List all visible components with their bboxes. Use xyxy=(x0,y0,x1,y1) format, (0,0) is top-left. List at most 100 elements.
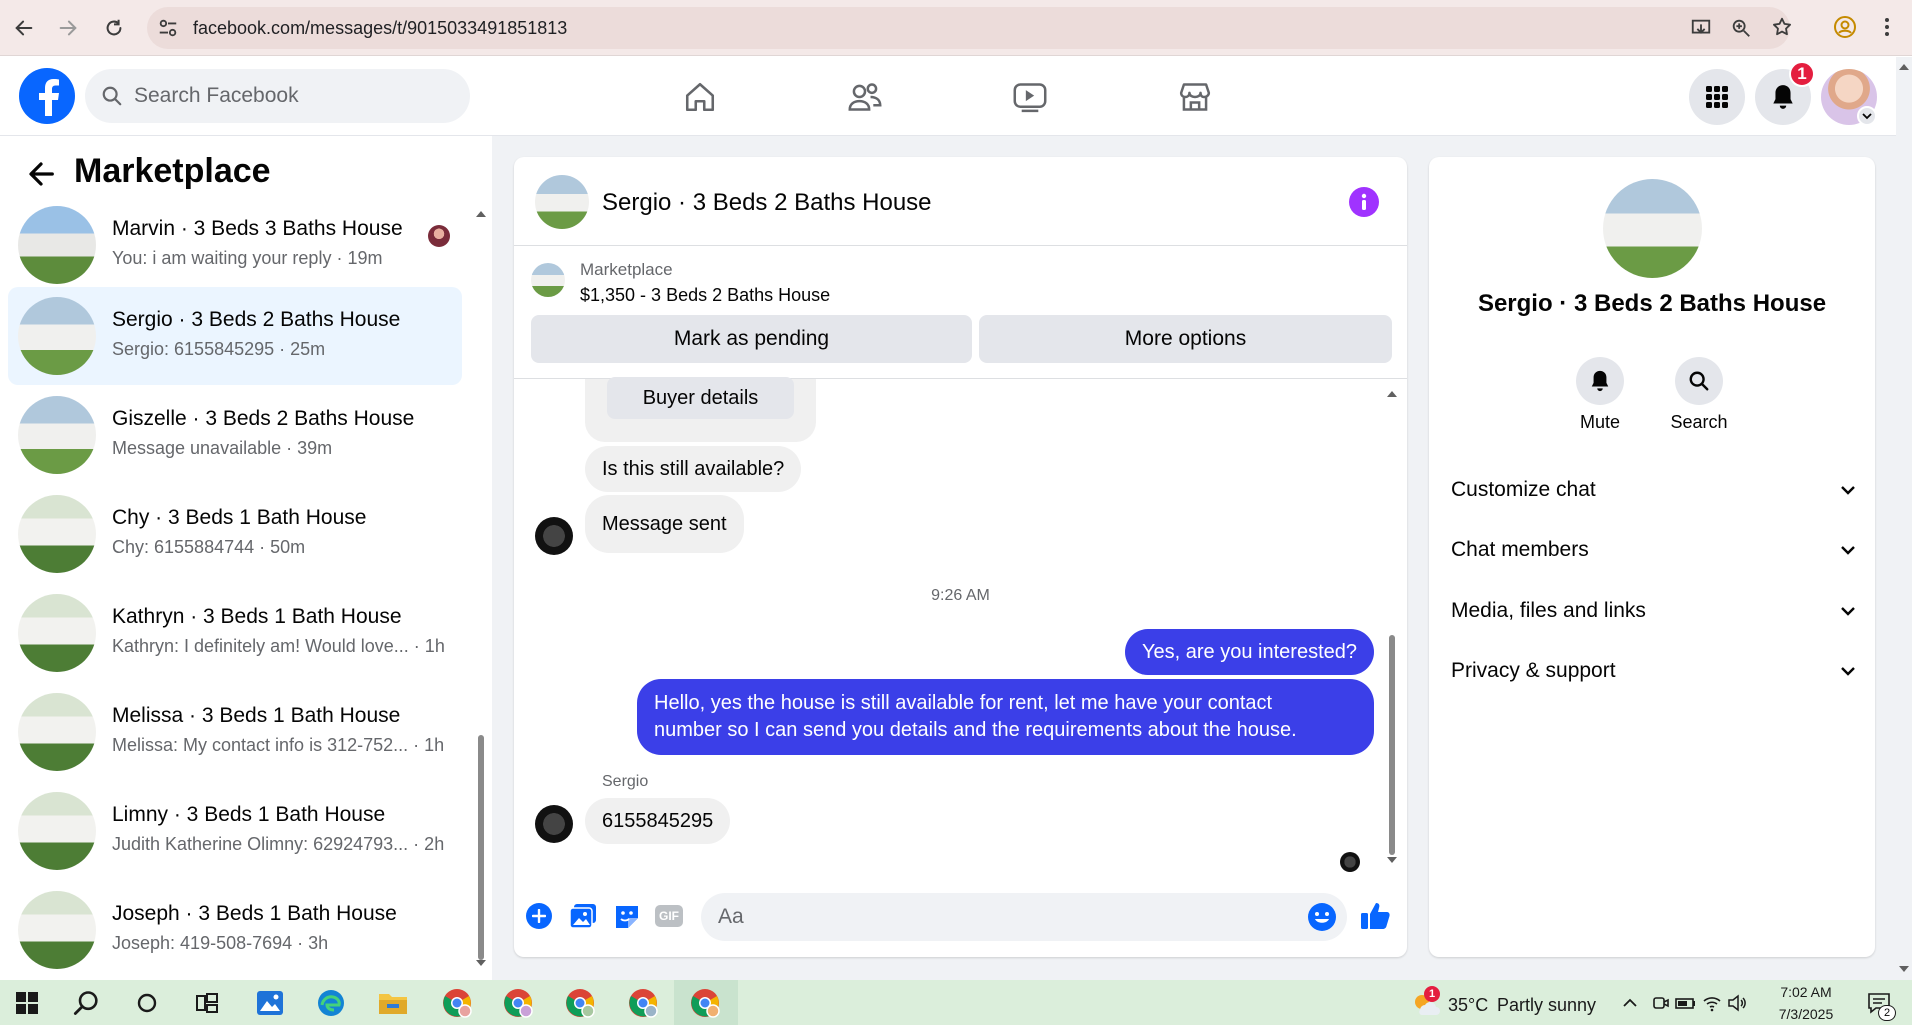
meet-now-icon[interactable] xyxy=(1652,994,1670,1012)
conversation-preview: Joseph: 419-508-7694 · 3h xyxy=(112,933,329,953)
listing-title[interactable]: $1,350 - 3 Beds 2 Baths House xyxy=(580,285,830,306)
chat-header-thumbnail[interactable] xyxy=(535,175,589,229)
chat-title[interactable]: Sergio · 3 Beds 2 Baths House xyxy=(602,189,932,217)
file-explorer-icon[interactable] xyxy=(376,986,410,1020)
video-nav-icon[interactable] xyxy=(1008,76,1052,118)
battery-icon[interactable] xyxy=(1675,994,1697,1012)
reload-icon[interactable] xyxy=(98,12,130,44)
task-view-icon[interactable] xyxy=(190,986,224,1020)
back-arrow-icon[interactable] xyxy=(8,12,40,44)
marketplace-nav-icon[interactable] xyxy=(1173,76,1217,118)
browser-menu-icon[interactable] xyxy=(1883,15,1891,39)
chrome-profile-icon[interactable] xyxy=(501,986,535,1020)
sticker-icon[interactable] xyxy=(613,903,641,929)
conversation-name: Kathryn · 3 Beds 1 Bath House xyxy=(112,605,402,628)
facebook-logo-icon[interactable] xyxy=(19,68,75,124)
message-bubble-outgoing[interactable]: Yes, are you interested? xyxy=(1125,629,1374,675)
action-center-count: 2 xyxy=(1878,1005,1896,1021)
mute-label[interactable]: Mute xyxy=(1560,412,1640,433)
message-bubble-outgoing[interactable]: Hello, yes the house is still available … xyxy=(637,679,1374,755)
photo-icon[interactable] xyxy=(569,903,597,929)
conversation-item-active[interactable]: Sergio · 3 Beds 2 Baths House Sergio: 61… xyxy=(8,287,462,385)
wifi-icon[interactable] xyxy=(1702,994,1722,1012)
windows-start-icon[interactable] xyxy=(10,986,44,1020)
search-icon[interactable] xyxy=(1675,357,1723,405)
edge-browser-icon[interactable] xyxy=(314,986,348,1020)
conversation-preview: You: i am waiting your reply · 19m xyxy=(112,248,383,268)
mute-bell-icon[interactable] xyxy=(1576,357,1624,405)
url-text[interactable]: facebook.com/messages/t/9015033491851813 xyxy=(193,18,567,39)
more-options-button[interactable]: More options xyxy=(979,315,1392,363)
buyer-details-button[interactable]: Buyer details xyxy=(607,377,794,419)
page-scrollbar[interactable] xyxy=(1896,57,1912,980)
temperature[interactable]: 35°C xyxy=(1448,995,1488,1016)
clock-date[interactable]: 7/3/2025 xyxy=(1761,1006,1851,1022)
message-input[interactable] xyxy=(701,893,1347,941)
chevron-down-icon xyxy=(1841,486,1855,495)
media-files-links-section[interactable]: Media, files and links xyxy=(1451,591,1856,631)
mark-as-pending-button[interactable]: Mark as pending xyxy=(531,315,972,363)
seen-avatar xyxy=(1340,852,1360,872)
message-bubble[interactable]: Message sent xyxy=(585,495,744,553)
volume-icon[interactable] xyxy=(1727,994,1747,1012)
details-thumbnail[interactable] xyxy=(1603,179,1702,278)
add-attachment-icon[interactable] xyxy=(526,903,552,929)
zoom-icon[interactable] xyxy=(1730,17,1752,39)
back-arrow-icon[interactable] xyxy=(26,159,56,189)
clock-time[interactable]: 7:02 AM xyxy=(1761,984,1851,1000)
conversation-item[interactable]: Kathryn · 3 Beds 1 Bath House Kathryn: I… xyxy=(8,584,462,682)
chrome-profile-icon[interactable] xyxy=(440,986,474,1020)
conversation-preview: Sergio: 6155845295 · 25m xyxy=(112,339,326,359)
conversation-item[interactable]: Marvin · 3 Beds 3 Baths House You: i am … xyxy=(8,196,462,294)
chrome-profile-icon[interactable] xyxy=(626,986,660,1020)
conversation-item[interactable]: Joseph · 3 Beds 1 Bath House Joseph: 419… xyxy=(8,881,462,979)
like-thumbs-up-icon[interactable] xyxy=(1360,901,1392,931)
search-icon xyxy=(101,85,123,107)
chat-scrollbar[interactable] xyxy=(1385,385,1399,870)
page-title: Marketplace xyxy=(74,152,271,190)
privacy-support-section[interactable]: Privacy & support xyxy=(1451,651,1856,691)
photos-app-icon[interactable] xyxy=(253,986,287,1020)
friends-nav-icon[interactable] xyxy=(843,76,887,118)
sender-name: Sergio xyxy=(602,773,649,790)
site-settings-icon[interactable] xyxy=(157,17,179,39)
info-icon[interactable] xyxy=(1349,187,1379,217)
listing-thumbnail xyxy=(18,792,96,870)
conversation-item[interactable]: Giszelle · 3 Beds 2 Baths House Message … xyxy=(8,386,462,484)
show-hidden-icons-chevron-icon[interactable] xyxy=(1621,994,1639,1012)
chrome-profile-icon[interactable] xyxy=(563,986,597,1020)
sidebar-scrollbar[interactable] xyxy=(474,200,488,970)
section-label: Chat members xyxy=(1451,538,1589,561)
install-app-icon[interactable] xyxy=(1690,17,1712,39)
cortana-icon[interactable] xyxy=(130,986,164,1020)
chevron-down-icon xyxy=(1841,667,1855,676)
sender-avatar[interactable] xyxy=(535,517,573,555)
taskbar-search-icon[interactable] xyxy=(70,986,104,1020)
emoji-icon[interactable] xyxy=(1307,902,1337,932)
customize-chat-section[interactable]: Customize chat xyxy=(1451,470,1856,510)
message-bubble[interactable]: Is this still available? xyxy=(585,446,802,492)
forward-arrow-icon[interactable] xyxy=(52,12,84,44)
conversation-item[interactable]: Melissa · 3 Beds 1 Bath House Melissa: M… xyxy=(8,683,462,781)
bookmark-star-icon[interactable] xyxy=(1771,16,1793,38)
chevron-down-icon xyxy=(1841,607,1855,616)
notification-badge: 1 xyxy=(1789,61,1815,87)
message-bubble[interactable]: 6155845295 xyxy=(585,798,731,844)
sender-avatar[interactable] xyxy=(535,805,573,843)
conversation-item[interactable]: Chy · 3 Beds 1 Bath House Chy: 615588474… xyxy=(8,485,462,583)
home-nav-icon[interactable] xyxy=(678,76,722,118)
profile-icon[interactable] xyxy=(1833,15,1857,39)
search-placeholder: Search Facebook xyxy=(134,84,299,107)
chat-members-section[interactable]: Chat members xyxy=(1451,530,1856,570)
conversation-list-panel: Marvin · 3 Beds 3 Baths House You: i am … xyxy=(0,136,492,980)
apps-menu-icon[interactable] xyxy=(1689,69,1745,125)
account-chevron-down-icon[interactable] xyxy=(1857,106,1877,126)
chrome-active-icon[interactable] xyxy=(688,986,722,1020)
chevron-down-icon xyxy=(1841,546,1855,555)
conversation-name: Marvin · 3 Beds 3 Baths House xyxy=(112,217,403,240)
weather-condition[interactable]: Partly sunny xyxy=(1497,995,1596,1016)
conversation-preview: Message unavailable · 39m xyxy=(112,438,333,458)
search-label[interactable]: Search xyxy=(1659,412,1739,433)
conversation-item[interactable]: Limny · 3 Beds 1 Bath House Judith Kathe… xyxy=(8,782,462,880)
gif-icon[interactable]: GIF xyxy=(655,905,683,927)
